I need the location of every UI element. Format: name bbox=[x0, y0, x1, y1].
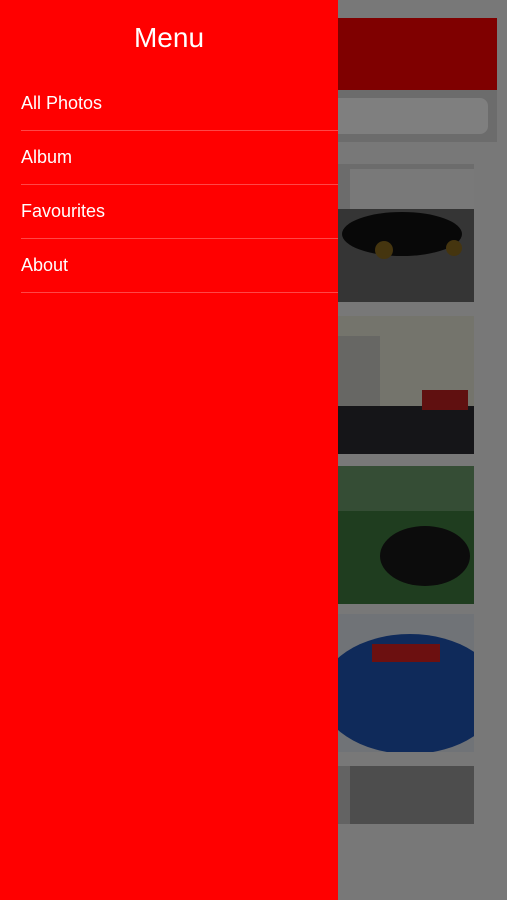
menu-item-all-photos[interactable]: All Photos bbox=[21, 77, 338, 131]
navigation-drawer: Menu All Photos Album Favourites About bbox=[0, 0, 338, 900]
menu-item-album[interactable]: Album bbox=[21, 131, 338, 185]
menu-item-favourites[interactable]: Favourites bbox=[21, 185, 338, 239]
drawer-title: Menu bbox=[133, 22, 205, 53]
drawer-menu-list: All Photos Album Favourites About bbox=[21, 77, 338, 293]
menu-item-about[interactable]: About bbox=[21, 239, 338, 293]
